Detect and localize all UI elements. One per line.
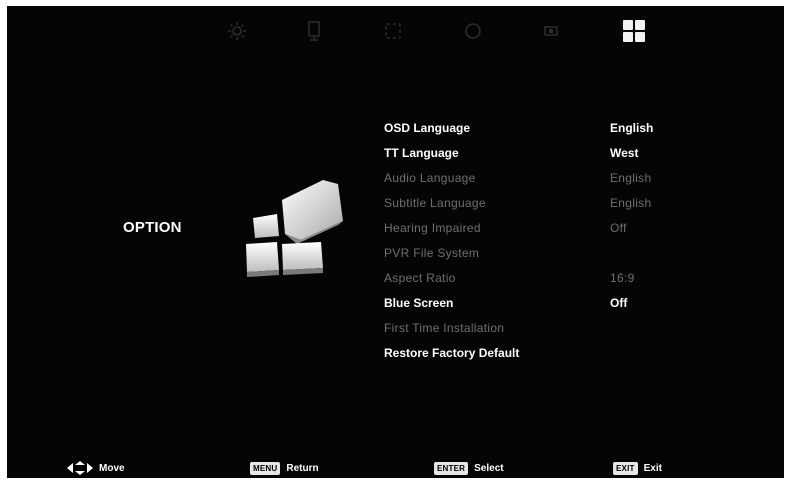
menu-row-label: Restore Factory Default [384,346,520,360]
menu-key[interactable]: MENU [250,461,281,475]
menu-row-blue-screen[interactable]: Blue Screen Off [384,291,684,315]
select-label: Select [474,462,504,474]
footer-move-hint: Move [67,460,125,476]
menu-row-osd-language[interactable]: OSD Language English [384,116,684,140]
brightness-icon[interactable] [228,20,246,42]
return-label: Return [286,462,319,474]
menu-row-value: Off [610,221,627,235]
menu-row-first-time-installation[interactable]: First Time Installation [384,316,684,340]
menu-row-label: Audio Language [384,171,476,185]
menu-row-value: English [610,171,652,185]
section-title: OPTION [123,219,182,236]
menu-row-aspect-ratio[interactable]: Aspect Ratio 16:9 [384,266,684,290]
menu-row-audio-language[interactable]: Audio Language English [384,166,684,190]
option-logo-icon [235,178,345,283]
channel-icon[interactable] [544,20,558,42]
menu-row-value: Off [610,296,628,310]
move-label: Move [99,462,125,474]
menu-row-label: First Time Installation [384,321,505,335]
lock-icon[interactable] [464,20,482,42]
tv-osd-screen: OPTION OSD Language English TT Language … [7,6,784,478]
menu-row-label: OSD Language [384,121,471,135]
menu-row-label: Hearing Impaired [384,221,481,235]
dpad-arrows-icon [67,461,93,475]
enter-key[interactable]: ENTER [434,461,469,475]
menu-row-value: 16:9 [610,271,635,285]
menu-row-pvr-file-system[interactable]: PVR File System [384,241,684,265]
menu-row-tt-language[interactable]: TT Language West [384,141,684,165]
menu-row-value: English [610,196,652,210]
footer-select-hint: ENTER Select [434,460,504,476]
menu-row-subtitle-language[interactable]: Subtitle Language English [384,191,684,215]
footer-return-hint: MENU Return [250,460,319,476]
footer-exit-hint: EXIT Exit [613,460,662,476]
menu-row-hearing-impaired[interactable]: Hearing Impaired Off [384,216,684,240]
menu-row-label: TT Language [384,146,459,160]
menu-row-label: Aspect Ratio [384,271,456,285]
menu-row-label: Subtitle Language [384,196,486,210]
option-grid-icon[interactable] [622,20,646,42]
menu-row-restore-factory-default[interactable]: Restore Factory Default [384,341,684,365]
exit-label: Exit [643,462,662,474]
menu-row-label: Blue Screen [384,296,454,310]
exit-key[interactable]: EXIT [613,461,638,475]
menu-row-value: West [610,146,639,160]
speaker-icon[interactable] [306,20,322,42]
menu-row-label: PVR File System [384,246,480,260]
clock-icon[interactable] [385,20,401,42]
menu-row-value: English [610,121,654,135]
